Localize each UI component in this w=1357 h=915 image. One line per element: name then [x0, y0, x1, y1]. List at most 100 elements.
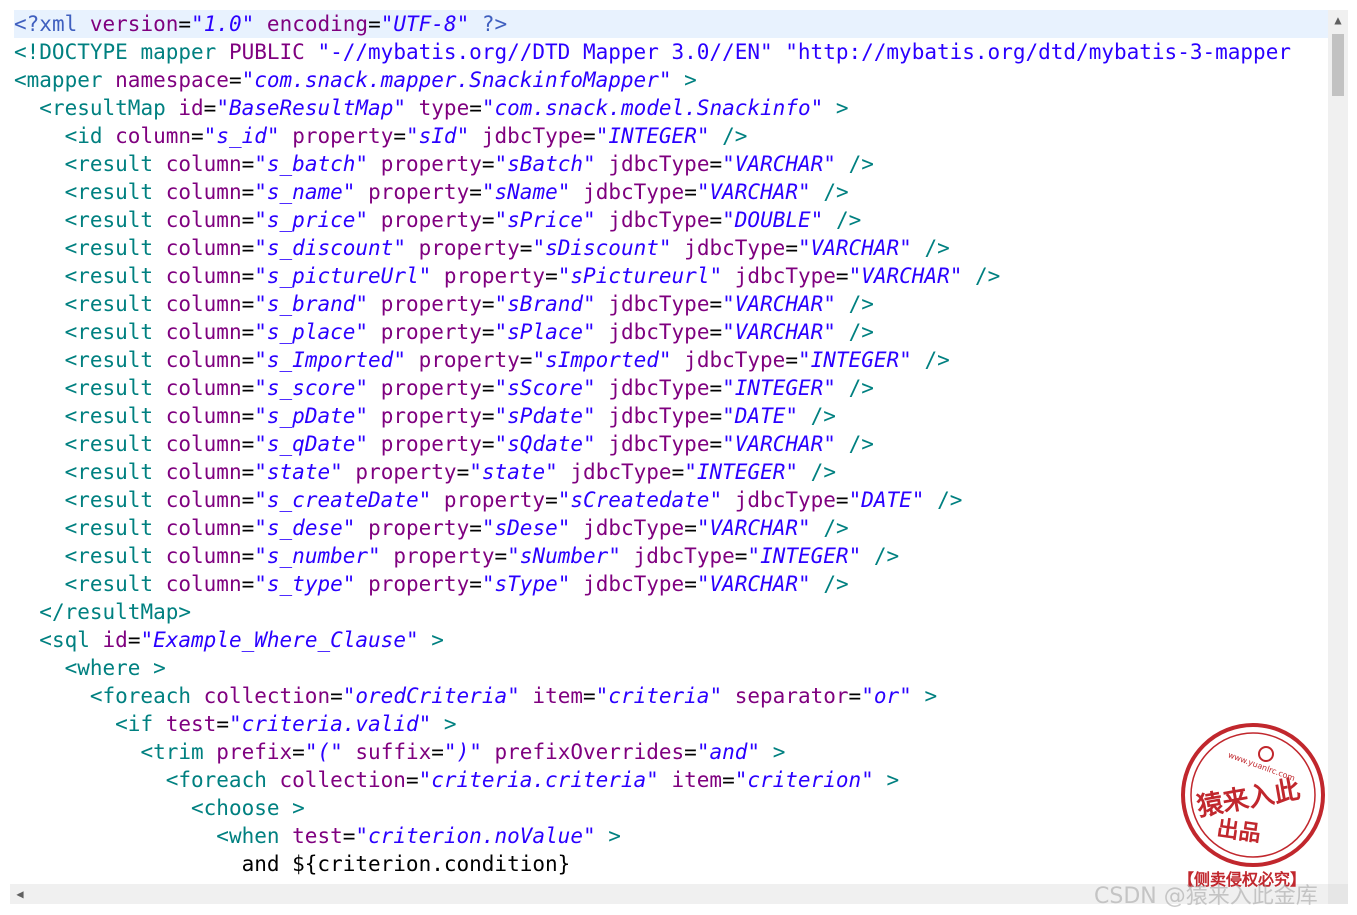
- code-line[interactable]: <foreach collection="criteria.criteria" …: [14, 766, 899, 794]
- code-token-attr: jdbcType: [481, 124, 584, 148]
- code-token-attr: property: [355, 460, 457, 484]
- code-token-value: "sImported": [532, 348, 672, 372]
- code-token-tag: <where: [64, 656, 154, 680]
- code-line[interactable]: <result column="s_number" property="sNum…: [14, 542, 900, 570]
- code-token-attr: jdbcType: [570, 460, 672, 484]
- code-token-attr: test: [165, 712, 217, 736]
- code-token-attr: type: [418, 96, 470, 120]
- code-line[interactable]: <result column="s_createDate" property="…: [14, 486, 963, 514]
- code-token-attr: PUBLIC: [228, 40, 318, 64]
- code-token-pi: ?>: [481, 12, 508, 36]
- code-line[interactable]: </resultMap>: [14, 598, 191, 626]
- code-token-eq: =: [241, 460, 255, 484]
- code-line[interactable]: <result column="s_score" property="sScor…: [14, 374, 874, 402]
- code-token-value: "s_Imported": [254, 348, 406, 372]
- code-line[interactable]: <result column="s_name" property="sName"…: [14, 178, 849, 206]
- code-line[interactable]: <result column="s_Imported" property="sI…: [14, 346, 950, 374]
- code-token-attr: column: [165, 460, 242, 484]
- vertical-scroll-thumb[interactable]: [1332, 34, 1344, 96]
- code-line[interactable]: <result column="s_type" property="sType"…: [14, 570, 849, 598]
- code-token-eq: =: [785, 348, 798, 372]
- code-token-value: "com.snack.mapper.SnackinfoMapper": [241, 68, 672, 92]
- code-line[interactable]: <if test="criteria.valid" >: [14, 710, 456, 738]
- code-token-attr: column: [165, 264, 242, 288]
- code-token-attr: jdbcType: [608, 208, 710, 232]
- code-token-tag: <result: [64, 544, 166, 568]
- code-token-value: "DATE": [848, 488, 925, 512]
- code-token-tag: <foreach: [165, 768, 280, 792]
- code-line[interactable]: <result column="s_pictureUrl" property="…: [14, 262, 1001, 290]
- code-line[interactable]: and ${criterion.condition}: [14, 850, 571, 878]
- scroll-up-arrow-icon[interactable]: ▲: [1328, 10, 1348, 30]
- code-line[interactable]: <id column="s_id" property="sId" jdbcTyp…: [14, 122, 748, 150]
- code-token-value: "s_id": [203, 124, 280, 148]
- code-line[interactable]: <when test="criterion.noValue" >: [14, 822, 621, 850]
- code-line[interactable]: <choose >: [14, 794, 305, 822]
- code-token-value: "s_number": [254, 544, 381, 568]
- code-token-value: "INTEGER": [747, 544, 862, 568]
- code-line[interactable]: <result column="s_place" property="sPlac…: [14, 318, 874, 346]
- code-token-eq: =: [241, 404, 255, 428]
- code-line[interactable]: <foreach collection="oredCriteria" item=…: [14, 682, 937, 710]
- code-token-value: "VARCHAR": [722, 292, 836, 316]
- code-token-eq: =: [494, 544, 508, 568]
- code-line[interactable]: <sql id="Example_Where_Clause" >: [14, 626, 444, 654]
- code-line[interactable]: <result column="s_pDate" property="sPdat…: [14, 402, 836, 430]
- code-line[interactable]: <result column="state" property="state" …: [14, 458, 836, 486]
- code-line[interactable]: <trim prefix="(" suffix=")" prefixOverri…: [14, 738, 785, 766]
- code-token-value: "sName": [481, 180, 571, 204]
- code-token-attr: column: [165, 376, 242, 400]
- code-line[interactable]: <!DOCTYPE mapper PUBLIC "-//mybatis.org/…: [14, 38, 1291, 66]
- code-line[interactable]: <result column="s_brand" property="sBran…: [14, 290, 874, 318]
- code-line[interactable]: <where >: [14, 654, 166, 682]
- code-token-tag: <result: [64, 404, 166, 428]
- code-token-value: "and": [696, 740, 761, 764]
- code-line[interactable]: <result column="s_discount" property="sD…: [14, 234, 950, 262]
- code-token-tag: <result: [64, 236, 166, 260]
- code-token-attr: collection: [279, 768, 406, 792]
- code-line[interactable]: <result column="s_batch" property="sBatc…: [14, 150, 874, 178]
- code-line[interactable]: <result column="s_qDate" property="sQdat…: [14, 430, 874, 458]
- code-token-attr: column: [165, 488, 242, 512]
- vertical-scrollbar[interactable]: ▲: [1328, 10, 1348, 884]
- code-token-attr: column: [165, 544, 242, 568]
- code-token-attr: jdbcType: [608, 432, 710, 456]
- code-token-attr: namespace: [115, 68, 229, 92]
- scroll-left-arrow-icon[interactable]: ◀: [10, 884, 30, 904]
- code-token-attr: property: [368, 572, 470, 596]
- code-line[interactable]: <resultMap id="BaseResultMap" type="com.…: [14, 94, 848, 122]
- code-token-tag: <result: [64, 264, 166, 288]
- code-token-eq: =: [709, 292, 723, 316]
- code-token-eq: =: [469, 516, 482, 540]
- code-token-value: "s_brand": [254, 292, 369, 316]
- code-token-value: "sQdate": [494, 432, 596, 456]
- code-line[interactable]: <result column="s_dese" property="sDese"…: [14, 514, 849, 542]
- code-token-value: "criteria.valid": [228, 712, 432, 736]
- code-line[interactable]: <mapper namespace="com.snack.mapper.Snac…: [14, 66, 697, 94]
- code-token-tag: >: [924, 684, 938, 708]
- code-line[interactable]: <result column="s_price" property="sPric…: [14, 206, 862, 234]
- xml-editor[interactable]: <?xml version="1.0" encoding="UTF-8" ?> <…: [10, 10, 1328, 884]
- code-line[interactable]: <?xml version="1.0" encoding="UTF-8" ?>: [14, 10, 1328, 38]
- code-token-eq: =: [481, 292, 495, 316]
- code-token-value: "sCreatedate": [557, 488, 723, 512]
- code-token-attr: column: [165, 208, 242, 232]
